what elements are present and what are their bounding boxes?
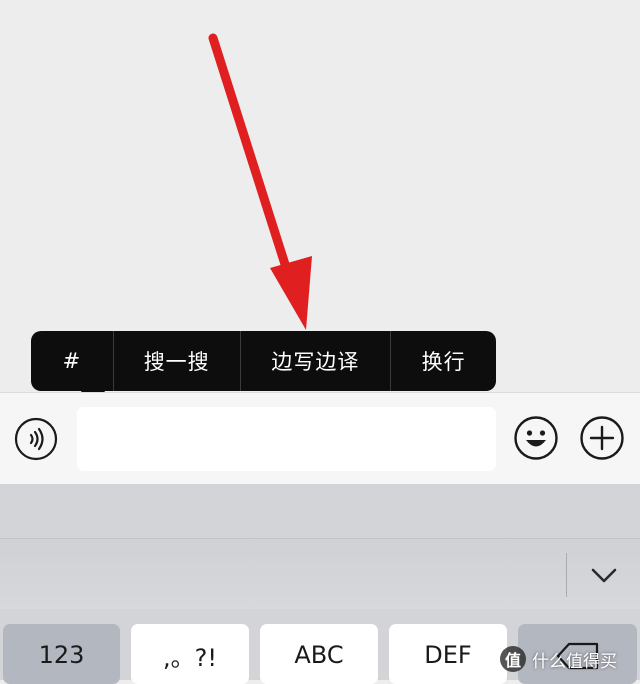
key-abc-label: ABC (294, 641, 344, 669)
key-123[interactable]: 123 (3, 624, 120, 684)
key-def[interactable]: DEF (389, 624, 507, 684)
menu-item-write-translate[interactable]: 边写边译 (239, 331, 391, 391)
emoji-icon[interactable] (513, 415, 559, 461)
message-input[interactable] (77, 407, 496, 471)
watermark: 值 什么值得买 (500, 644, 617, 674)
watermark-badge: 值 (500, 646, 526, 672)
watermark-text: 什么值得买 (532, 651, 617, 672)
input-bar (0, 392, 640, 485)
menu-item-newline[interactable]: 换行 (390, 331, 496, 391)
menu-item-search[interactable]: 搜一搜 (112, 331, 240, 391)
menu-item-hash[interactable]: # (31, 331, 113, 391)
key-def-label: DEF (424, 641, 472, 669)
candidate-bar (0, 538, 640, 609)
key-123-label: 123 (38, 641, 85, 669)
candidate-divider (566, 553, 567, 597)
context-menu: # 搜一搜 边写边译 换行 (31, 331, 496, 391)
plus-circle-icon[interactable] (579, 415, 625, 461)
key-punctuation-label: ,。?! (163, 643, 217, 672)
key-punctuation[interactable]: ,。?! (131, 624, 249, 684)
key-abc[interactable]: ABC (260, 624, 378, 684)
voice-input-icon[interactable] (14, 417, 58, 461)
chevron-down-icon[interactable] (582, 557, 626, 593)
